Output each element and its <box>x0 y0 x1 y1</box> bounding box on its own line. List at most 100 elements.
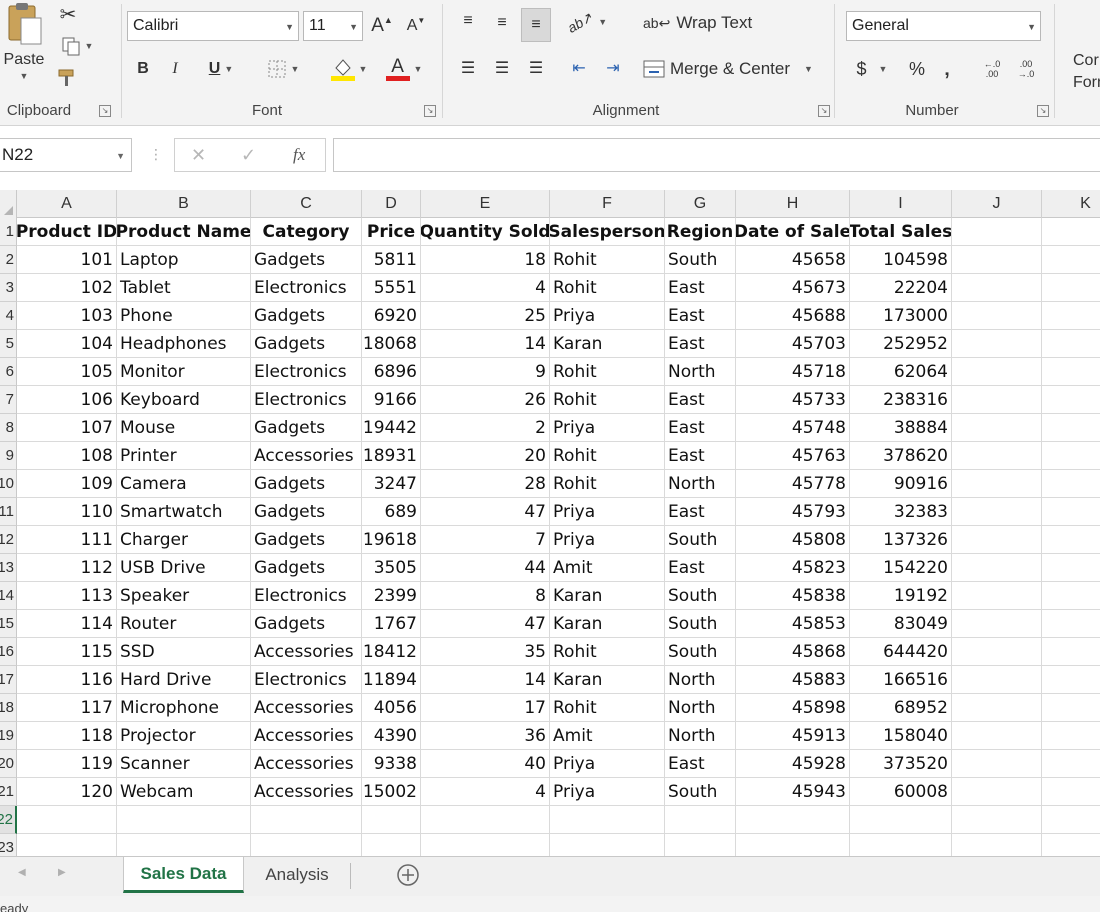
column-header-c[interactable]: C <box>251 190 362 218</box>
table-cell[interactable]: 45943 <box>736 778 850 806</box>
table-cell[interactable]: Gadgets <box>251 526 362 554</box>
table-cell[interactable]: Phone <box>117 302 251 330</box>
table-cell[interactable]: Headphones <box>117 330 251 358</box>
row-header[interactable]: 11 <box>0 498 17 526</box>
table-cell[interactable] <box>952 806 1042 834</box>
border-button[interactable]: ▼ <box>258 56 308 82</box>
table-cell[interactable]: 115 <box>17 638 117 666</box>
table-cell[interactable]: 14 <box>421 330 550 358</box>
row-header[interactable]: 17 <box>0 666 17 694</box>
table-cell[interactable] <box>952 722 1042 750</box>
decrease-decimal-button[interactable]: .00 →.0 <box>1011 56 1041 82</box>
table-cell[interactable]: North <box>665 694 736 722</box>
table-cell[interactable]: Accessories <box>251 442 362 470</box>
table-cell[interactable]: 3247 <box>362 470 421 498</box>
table-cell[interactable]: 18931 <box>362 442 421 470</box>
header-cell[interactable] <box>952 218 1042 246</box>
table-cell[interactable]: Gadgets <box>251 554 362 582</box>
row-header[interactable]: 23 <box>0 834 17 856</box>
table-cell[interactable]: 252952 <box>850 330 952 358</box>
table-cell[interactable] <box>952 610 1042 638</box>
table-cell[interactable]: East <box>665 750 736 778</box>
table-cell[interactable] <box>251 806 362 834</box>
font-name-dropdown[interactable]: Calibri ▼ <box>127 11 299 41</box>
table-cell[interactable]: Priya <box>550 302 665 330</box>
table-cell[interactable]: 6920 <box>362 302 421 330</box>
table-cell[interactable]: Amit <box>550 722 665 750</box>
table-cell[interactable]: 38884 <box>850 414 952 442</box>
table-cell[interactable]: 6896 <box>362 358 421 386</box>
table-cell[interactable]: 109 <box>17 470 117 498</box>
table-cell[interactable]: Webcam <box>117 778 251 806</box>
table-cell[interactable]: 45673 <box>736 274 850 302</box>
table-cell[interactable]: Gadgets <box>251 246 362 274</box>
row-header[interactable]: 1 <box>0 218 17 246</box>
table-cell[interactable]: Rohit <box>550 246 665 274</box>
table-cell[interactable] <box>736 806 850 834</box>
row-header[interactable]: 6 <box>0 358 17 386</box>
table-cell[interactable]: Scanner <box>117 750 251 778</box>
enter-icon[interactable]: ✓ <box>241 145 256 166</box>
table-cell[interactable]: Mouse <box>117 414 251 442</box>
table-cell[interactable] <box>1042 274 1100 302</box>
table-cell[interactable] <box>362 834 421 856</box>
table-cell[interactable]: Karan <box>550 610 665 638</box>
table-cell[interactable] <box>421 834 550 856</box>
table-cell[interactable] <box>1042 330 1100 358</box>
table-cell[interactable]: 15002 <box>362 778 421 806</box>
table-cell[interactable] <box>1042 750 1100 778</box>
row-header[interactable]: 5 <box>0 330 17 358</box>
table-cell[interactable]: 158040 <box>850 722 952 750</box>
row-header[interactable]: 4 <box>0 302 17 330</box>
row-header[interactable]: 20 <box>0 750 17 778</box>
scroll-right-icon[interactable]: ▶ <box>58 867 66 878</box>
table-cell[interactable] <box>1042 806 1100 834</box>
table-cell[interactable]: 120 <box>17 778 117 806</box>
table-cell[interactable]: 101 <box>17 246 117 274</box>
table-cell[interactable]: 644420 <box>850 638 952 666</box>
table-cell[interactable]: USB Drive <box>117 554 251 582</box>
header-cell[interactable]: Date of Sale <box>736 218 850 246</box>
table-cell[interactable]: 28 <box>421 470 550 498</box>
cut-button[interactable]: ✂ <box>56 2 80 26</box>
shrink-font-button[interactable]: A ▼ <box>404 12 428 40</box>
table-cell[interactable]: North <box>665 666 736 694</box>
table-cell[interactable] <box>952 582 1042 610</box>
table-cell[interactable] <box>952 778 1042 806</box>
table-cell[interactable] <box>850 806 952 834</box>
format-painter-button[interactable] <box>56 66 80 90</box>
header-cell[interactable]: Total Sales <box>850 218 952 246</box>
table-cell[interactable]: 18 <box>421 246 550 274</box>
table-cell[interactable]: Printer <box>117 442 251 470</box>
table-cell[interactable] <box>1042 498 1100 526</box>
table-cell[interactable]: Priya <box>550 750 665 778</box>
table-cell[interactable]: 45838 <box>736 582 850 610</box>
table-cell[interactable]: 119 <box>17 750 117 778</box>
percent-button[interactable]: % <box>905 56 929 82</box>
table-cell[interactable]: Projector <box>117 722 251 750</box>
column-header-e[interactable]: E <box>421 190 550 218</box>
table-cell[interactable] <box>421 806 550 834</box>
table-cell[interactable]: Accessories <box>251 638 362 666</box>
column-header-g[interactable]: G <box>665 190 736 218</box>
table-cell[interactable]: Charger <box>117 526 251 554</box>
table-cell[interactable] <box>952 386 1042 414</box>
table-cell[interactable]: 45928 <box>736 750 850 778</box>
table-cell[interactable]: Speaker <box>117 582 251 610</box>
table-cell[interactable]: South <box>665 610 736 638</box>
table-cell[interactable]: 36 <box>421 722 550 750</box>
table-cell[interactable]: 19618 <box>362 526 421 554</box>
header-cell[interactable]: Region <box>665 218 736 246</box>
row-header[interactable]: 12 <box>0 526 17 554</box>
align-top-button[interactable]: ≡ <box>455 8 481 34</box>
table-cell[interactable]: Smartwatch <box>117 498 251 526</box>
table-cell[interactable]: 111 <box>17 526 117 554</box>
table-cell[interactable] <box>362 806 421 834</box>
table-cell[interactable]: 8 <box>421 582 550 610</box>
column-header-f[interactable]: F <box>550 190 665 218</box>
table-cell[interactable]: 4 <box>421 274 550 302</box>
column-header-k[interactable]: K <box>1042 190 1100 218</box>
row-header[interactable]: 15 <box>0 610 17 638</box>
header-cell[interactable]: Price <box>362 218 421 246</box>
table-cell[interactable]: East <box>665 498 736 526</box>
